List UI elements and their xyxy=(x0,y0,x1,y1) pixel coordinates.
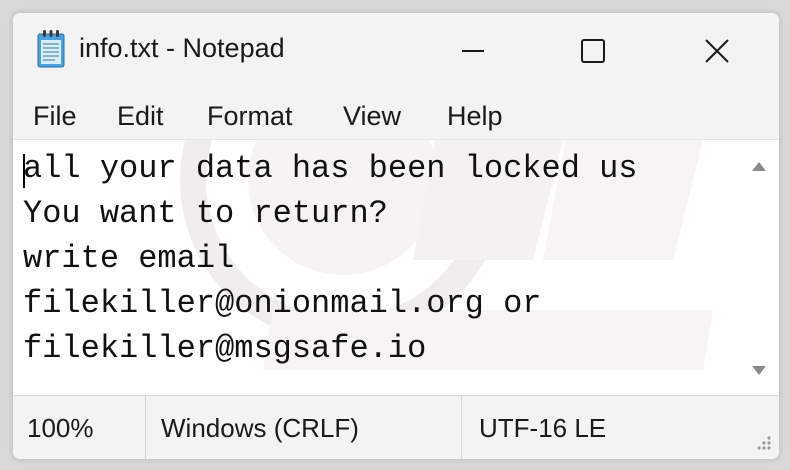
text-line: write email xyxy=(23,240,235,277)
menu-format[interactable]: Format xyxy=(199,97,301,136)
close-icon xyxy=(705,39,729,63)
menu-view[interactable]: View xyxy=(335,97,409,136)
menu-help[interactable]: Help xyxy=(439,97,511,136)
minimize-button[interactable] xyxy=(413,13,533,89)
menu-edit[interactable]: Edit xyxy=(109,97,172,136)
status-encoding: UTF-16 LE xyxy=(479,413,607,443)
maximize-icon xyxy=(581,39,605,63)
text-editor[interactable]: all your data has been locked us You wan… xyxy=(13,139,739,396)
text-line: You want to return? xyxy=(23,195,388,232)
resize-grip-icon[interactable] xyxy=(753,432,773,452)
vertical-scrollbar[interactable] xyxy=(739,139,779,396)
status-zoom: 100% xyxy=(27,413,94,443)
menu-bar: File Edit Format View Help xyxy=(13,91,779,139)
scroll-up-icon[interactable] xyxy=(752,162,766,171)
status-line-ending: Windows (CRLF) xyxy=(161,413,359,443)
status-bar: 100% Windows (CRLF) UTF-16 LE xyxy=(13,395,779,459)
close-button[interactable] xyxy=(655,13,779,89)
text-line: filekiller@onionmail.org or xyxy=(23,285,542,322)
scroll-down-icon[interactable] xyxy=(752,366,766,375)
menu-file[interactable]: File xyxy=(25,97,85,136)
notepad-app-icon xyxy=(37,30,65,68)
document-text[interactable]: all your data has been locked us You wan… xyxy=(23,146,638,371)
minimize-icon xyxy=(462,50,484,52)
status-divider xyxy=(145,396,146,459)
maximize-button[interactable] xyxy=(533,13,653,89)
title-bar: info.txt - Notepad xyxy=(13,13,779,91)
text-line: filekiller@msgsafe.io xyxy=(23,330,427,367)
notepad-window: info.txt - Notepad File Edit Format View… xyxy=(12,12,780,460)
status-divider xyxy=(461,396,462,459)
window-title: info.txt - Notepad xyxy=(79,33,285,63)
text-line: all your data has been locked us xyxy=(23,150,638,187)
